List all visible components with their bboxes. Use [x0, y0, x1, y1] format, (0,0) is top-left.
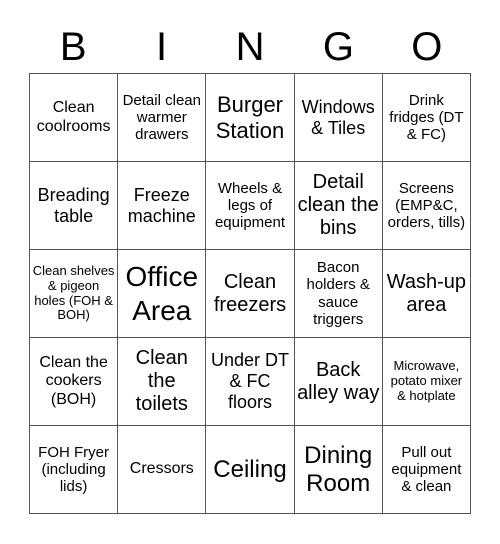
bingo-cell[interactable]: Pull out equipment & clean	[382, 426, 471, 514]
header-letter-i: I	[156, 25, 168, 69]
bingo-cell[interactable]: Detail clean the bins	[294, 162, 383, 250]
bingo-cell[interactable]: Windows & Tiles	[294, 74, 383, 162]
bingo-cell[interactable]: Clean shelves & pigeon holes (FOH & BOH)	[30, 250, 119, 338]
bingo-card-grid: Clean coolrooms Detail clean warmer draw…	[29, 73, 471, 514]
bingo-cell[interactable]: FOH Fryer (including lids)	[30, 426, 119, 514]
bingo-cell[interactable]: Cressors	[118, 426, 207, 514]
bingo-cell[interactable]: Freeze machine	[118, 162, 207, 250]
bingo-cell[interactable]: Bacon holders & sauce triggers	[294, 250, 383, 338]
bingo-cell[interactable]: Microwave, potato mixer & hotplate	[382, 338, 471, 426]
bingo-cell[interactable]: Back alley way	[294, 338, 383, 426]
header-letter-b: B	[59, 25, 87, 69]
bingo-cell[interactable]: Clean the cookers (BOH)	[30, 338, 119, 426]
bingo-cell[interactable]: Burger Station	[206, 74, 295, 162]
header-letter-g: G	[322, 25, 354, 69]
bingo-cell[interactable]: Under DT & FC floors	[206, 338, 295, 426]
bingo-cell[interactable]: Wash-up area	[382, 250, 471, 338]
bingo-cell[interactable]: Clean coolrooms	[30, 74, 119, 162]
header-letter-n: N	[235, 25, 265, 69]
bingo-header: B I N G O	[29, 22, 471, 72]
bingo-cell[interactable]: Detail clean warmer drawers	[118, 74, 207, 162]
bingo-cell[interactable]: Wheels & legs of equipment	[206, 162, 295, 250]
bingo-cell[interactable]: Clean the toilets	[118, 338, 207, 426]
bingo-cell[interactable]: Office Area	[118, 250, 207, 338]
bingo-cell[interactable]: Drink fridges (DT & FC)	[382, 74, 471, 162]
bingo-cell[interactable]: Dining Room	[294, 426, 383, 514]
bingo-cell[interactable]: Screens (EMP&C, orders, tills)	[382, 162, 471, 250]
bingo-cell[interactable]: Breading table	[30, 162, 119, 250]
bingo-cell[interactable]: Clean freezers	[206, 250, 295, 338]
header-letter-o: O	[411, 25, 443, 69]
bingo-cell[interactable]: Ceiling	[206, 426, 295, 514]
